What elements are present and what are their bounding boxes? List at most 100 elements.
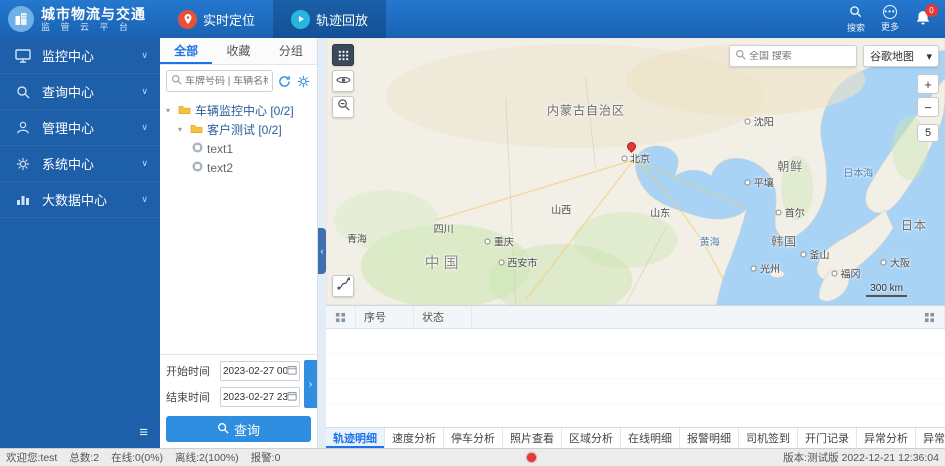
tab-photo-view[interactable]: 照片查看	[503, 428, 562, 448]
tab-door-records[interactable]: 开门记录	[798, 428, 857, 448]
table-grid-icon[interactable]	[326, 306, 356, 328]
results-table: 序号 状态	[326, 305, 945, 427]
vehicle-search-input[interactable]	[185, 75, 268, 87]
location-pin-icon	[178, 9, 197, 29]
tab-area-analysis[interactable]: 区域分析	[562, 428, 621, 448]
sidebar-collapse-button[interactable]: ≡	[139, 425, 148, 440]
sidebar-item-system-center[interactable]: 系统中心 ∨	[0, 146, 160, 182]
search-icon	[735, 47, 746, 65]
tab-groups[interactable]: 分组	[265, 38, 317, 64]
tab-anomaly-analysis[interactable]: 异常分析	[857, 428, 916, 448]
expand-icon[interactable]: ▾	[166, 106, 174, 115]
chevron-down-icon: ∨	[141, 194, 148, 204]
tab-alarm-detail[interactable]: 报警明细	[680, 428, 739, 448]
map-label-shandong: 山东	[650, 208, 671, 220]
nav-realtime-location[interactable]: 实时定位	[160, 0, 273, 38]
notification-badge: 0	[925, 3, 938, 17]
sidebar-item-manage-center[interactable]: 管理中心 ∨	[0, 110, 160, 146]
tree-node-vehicle[interactable]: text1	[166, 139, 311, 158]
tab-driver-checkin[interactable]: 司机签到	[739, 428, 798, 448]
map-layers-button[interactable]	[332, 44, 354, 66]
map-label-osaka: 大阪	[881, 255, 910, 270]
tab-speed-analysis[interactable]: 速度分析	[385, 428, 444, 448]
eye-icon	[335, 72, 351, 90]
status-bar: 欢迎您:test 总数:2 在线:0(0%) 离线:2(100%) 报警:0 版…	[0, 448, 945, 466]
tab-track-detail[interactable]: 轨迹明细	[326, 428, 385, 448]
settings-gear-icon[interactable]	[296, 74, 311, 89]
vehicle-icon	[192, 160, 203, 175]
column-header-seq[interactable]: 序号	[356, 306, 414, 328]
sidebar-item-label: 管理中心	[42, 121, 95, 136]
start-time-input[interactable]	[223, 365, 287, 377]
more-icon: •••	[882, 5, 897, 19]
magnifier-icon	[12, 85, 34, 99]
tree-node-vehicle[interactable]: text2	[166, 158, 311, 177]
time-expand-button[interactable]: ›	[304, 360, 317, 408]
header-more-label: 更多	[880, 22, 899, 32]
map-visibility-button[interactable]	[332, 70, 354, 92]
map-zoomout-tool-button[interactable]	[332, 96, 354, 118]
tab-favorites[interactable]: 收藏	[212, 38, 264, 64]
search-icon	[217, 422, 229, 437]
expand-icon[interactable]: ▾	[178, 125, 186, 134]
vehicle-panel: 全部 收藏 分组 ▾	[160, 38, 318, 448]
sidebar-item-query-center[interactable]: 查询中心 ∨	[0, 74, 160, 110]
map-label-shanxi: 山西	[551, 205, 572, 217]
tree-node-root[interactable]: ▾ 车辆监控中心 [0/2]	[166, 101, 311, 120]
app-subtitle: 监 管 云 平 台	[41, 22, 133, 32]
tab-all[interactable]: 全部	[160, 38, 213, 64]
map-scale: 300 km	[866, 283, 907, 297]
map-type-dropdown[interactable]: 谷歌地图 ▾	[863, 45, 939, 67]
nav-label: 轨迹回放	[316, 12, 369, 28]
table-header: 序号 状态	[326, 306, 945, 329]
tab-online-detail[interactable]: 在线明细	[621, 428, 680, 448]
search-icon	[171, 72, 182, 90]
map-search-box	[729, 45, 857, 67]
folder-icon	[178, 104, 191, 118]
header-more-button[interactable]: ••• 更多	[881, 5, 899, 33]
top-header: 城市物流与交通 监 管 云 平 台 实时定位 轨迹回放 搜索 ••• 更多 0	[0, 0, 945, 38]
map-label-xian: 西安市	[498, 255, 537, 270]
calendar-icon[interactable]	[287, 362, 297, 380]
tree-node-group[interactable]: ▾ 客户测试 [0/2]	[166, 120, 311, 139]
status-online: 在线:0(0%)	[111, 452, 164, 464]
sidebar-item-bigdata-center[interactable]: 大数据中心 ∨	[0, 182, 160, 218]
query-button[interactable]: 查询	[166, 416, 311, 442]
status-alarm: 报警:0	[250, 452, 281, 464]
header-search-button[interactable]: 搜索	[847, 5, 865, 34]
status-total: 总数:2	[69, 452, 100, 464]
status-version: 版本:测试版 2022-12-21 12:36:04	[783, 452, 939, 464]
search-icon	[849, 5, 862, 20]
table-settings-icon[interactable]	[915, 306, 945, 328]
playback-icon	[291, 9, 311, 29]
notification-button[interactable]: 0	[915, 3, 938, 31]
nav-track-playback[interactable]: 轨迹回放	[273, 0, 387, 38]
map-label-japan: 日本	[901, 218, 928, 233]
chevron-down-icon: ▾	[926, 50, 932, 63]
map-route-tool-button[interactable]	[332, 275, 354, 297]
map-label-chongqing: 重庆	[485, 233, 514, 248]
magnifier-minus-icon	[337, 98, 350, 116]
map-label-seoul: 首尔	[776, 204, 805, 219]
monitor-icon	[12, 48, 34, 63]
tab-parking-analysis[interactable]: 停车分析	[444, 428, 503, 448]
panel-collapse-strip: ‹	[318, 38, 326, 448]
vehicle-icon	[192, 141, 203, 156]
status-welcome: 欢迎您:test	[6, 452, 58, 464]
end-time-input[interactable]	[223, 391, 287, 403]
map-label-china: 中国	[424, 254, 463, 272]
table-body-empty[interactable]	[326, 329, 945, 427]
zoom-out-button[interactable]: −	[917, 97, 939, 117]
person-icon	[12, 121, 34, 135]
bottom-tab-bar: 轨迹明细 速度分析 停车分析 照片查看 区域分析 在线明细 报警明细 司机签到 …	[326, 427, 945, 448]
panel-collapse-button[interactable]: ‹	[318, 228, 326, 274]
column-header-status[interactable]: 状态	[414, 306, 472, 328]
zoom-in-button[interactable]: +	[917, 74, 939, 94]
time-range-section: 开始时间 结束时间	[160, 354, 317, 412]
calendar-icon[interactable]	[287, 388, 297, 406]
refresh-icon[interactable]	[277, 74, 292, 89]
tab-anomaly-mileage[interactable]: 异常里程	[916, 428, 945, 448]
map-canvas[interactable]: 内蒙古自治区 沈阳 北京 山西 山东 青海 四川 重庆 西安市 中国 黄海 朝鲜…	[326, 38, 945, 305]
map-search-input[interactable]	[749, 50, 851, 62]
sidebar-item-monitor-center[interactable]: 监控中心 ∨	[0, 38, 160, 74]
